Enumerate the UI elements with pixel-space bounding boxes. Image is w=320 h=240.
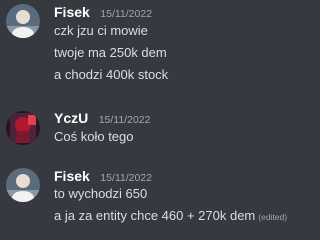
message-header: Fisek 15/11/2022 (54, 3, 152, 21)
username[interactable]: Fisek (54, 4, 90, 20)
message-text: to wychodzi 650 (54, 186, 148, 201)
message-text: czk jzu ci mowie (54, 23, 148, 38)
message-header: Fisek 15/11/2022 (54, 167, 152, 185)
avatar[interactable] (6, 111, 40, 145)
timestamp[interactable]: 15/11/2022 (99, 114, 151, 126)
timestamp[interactable]: 15/11/2022 (100, 172, 152, 184)
avatar[interactable] (6, 168, 40, 202)
timestamp[interactable]: 15/11/2022 (100, 8, 152, 20)
user-avatar-icon (6, 111, 40, 145)
message-text: twoje ma 250k dem (54, 45, 167, 60)
user-avatar-icon (6, 168, 40, 202)
edited-label[interactable]: (edited) (258, 212, 287, 222)
message-header: YczU 15/11/2022 (54, 109, 150, 127)
username[interactable]: YczU (54, 110, 88, 126)
message-text: a ja za entity chce 460 + 270k dem (edite… (54, 207, 287, 225)
message-text-content: a ja za entity chce 460 + 270k dem (54, 208, 256, 223)
user-avatar-icon (6, 4, 40, 38)
message-text: Coś koło tego (54, 129, 134, 144)
avatar[interactable] (6, 4, 40, 38)
message-text: a chodzi 400k stock (54, 67, 169, 82)
username[interactable]: Fisek (54, 168, 90, 184)
